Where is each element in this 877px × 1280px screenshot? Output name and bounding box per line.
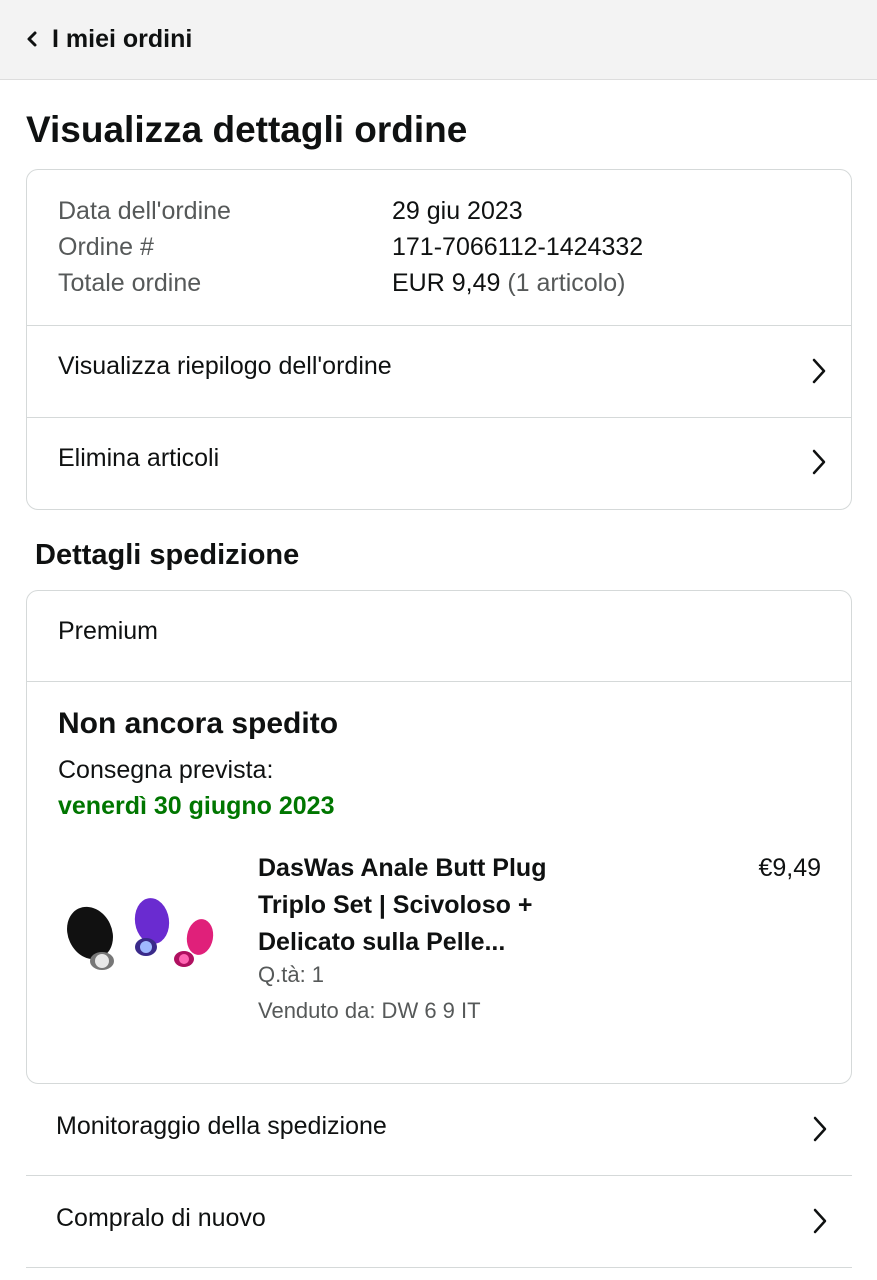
view-order-summary-row[interactable]: Visualizza riepilogo dell'ordine (27, 326, 851, 417)
back-label: I miei ordini (52, 24, 193, 53)
chevron-left-icon (27, 31, 37, 47)
product-image[interactable] (60, 891, 220, 983)
expected-delivery-date: venerdì 30 giugno 2023 (58, 792, 335, 820)
order-date-label: Data dell'ordine (58, 197, 231, 225)
product-price: €9,49 (758, 854, 821, 882)
shipping-type: Premium (58, 617, 159, 645)
chevron-right-icon (812, 358, 826, 384)
order-total-value: EUR 9,49 (1 articolo) (392, 266, 625, 300)
delete-items-row[interactable]: Elimina articoli (27, 418, 851, 510)
order-number-label: Ordine # (58, 233, 154, 261)
chevron-right-icon (813, 1208, 827, 1234)
order-info-card: Data dell'ordine 29 giu 2023 Ordine # 17… (26, 169, 852, 510)
back-to-orders-link[interactable]: I miei ordini (24, 22, 192, 56)
chevron-right-icon (812, 449, 826, 475)
order-number-value: 171-7066112-1424332 (392, 233, 644, 261)
shipment-section-title: Dettagli spedizione (35, 539, 300, 571)
shipment-status: Non ancora spedito (58, 707, 339, 740)
order-total-label: Totale ordine (58, 269, 202, 297)
product-title[interactable]: DasWas Anale Butt Plug Triplo Set | Sciv… (258, 850, 588, 961)
order-date-value: 29 giu 2023 (392, 197, 523, 225)
order-total-items: (1 articolo) (507, 269, 626, 297)
expected-delivery-label: Consegna prevista: (58, 756, 274, 784)
chevron-right-icon (813, 1116, 827, 1142)
delete-items-label: Elimina articoli (58, 444, 220, 472)
product-quantity: Q.tà: 1 (258, 962, 325, 987)
track-shipment-row[interactable]: Monitoraggio della spedizione (26, 1084, 852, 1176)
order-total-amount: EUR 9,49 (392, 269, 501, 297)
divider (27, 681, 851, 682)
shipment-card: Premium Non ancora spedito Consegna prev… (26, 590, 852, 1084)
track-shipment-label: Monitoraggio della spedizione (56, 1112, 387, 1140)
buy-again-row[interactable]: Compralo di nuovo (26, 1176, 852, 1268)
top-bar: I miei ordini (0, 0, 877, 80)
page-title: Visualizza dettagli ordine (26, 109, 468, 150)
product-seller: Venduto da: DW 6 9 IT (258, 998, 481, 1023)
buy-again-label: Compralo di nuovo (56, 1204, 266, 1232)
view-order-summary-label: Visualizza riepilogo dell'ordine (58, 352, 392, 380)
